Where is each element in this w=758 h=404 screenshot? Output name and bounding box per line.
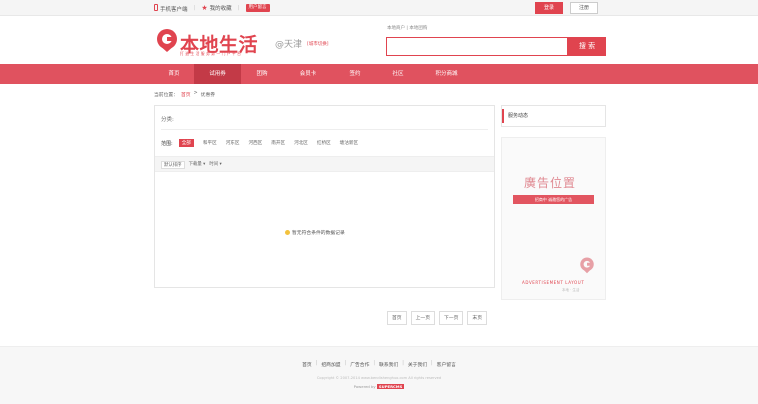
nav-item-points-mall[interactable]: 积分商城 (419, 64, 474, 84)
ad-title: 廣告位置 (524, 176, 577, 190)
range-option[interactable]: 河北区 (294, 140, 308, 146)
powered-brand[interactable]: SUPERCMS (376, 384, 405, 389)
footer-link[interactable]: 首页 (302, 361, 312, 368)
accent-bar (502, 109, 504, 123)
star-icon: ★ (201, 4, 208, 12)
range-option[interactable]: 河东区 (226, 140, 240, 146)
ad-banner[interactable]: 廣告位置 招商中 诚邀您的广告 ADVERTISEMENT LAYOUT 本地 … (501, 137, 606, 300)
ad-logo-icon (580, 257, 594, 274)
nav-item-community[interactable]: 社区 (377, 64, 419, 84)
sort-default[interactable]: 默认排序 (161, 161, 185, 169)
phone-icon (154, 3, 158, 11)
current-city: @天津 (275, 40, 303, 50)
favorites-link[interactable]: ★ 我的收藏 (201, 4, 231, 12)
breadcrumb-prefix: 当前位置： (154, 93, 178, 98)
ad-english: ADVERTISEMENT LAYOUT (522, 280, 585, 285)
class-label: 分类: (161, 117, 174, 123)
range-option[interactable]: 和平区 (203, 140, 217, 146)
city-switch-link[interactable]: [城市切换] (307, 41, 329, 47)
empty-message: 暂无符合条件的数据记录 (292, 231, 345, 236)
nav-list: 首页 试用券 团购 会员卡 签约 社区 积分商城 (154, 64, 474, 84)
footer-link[interactable]: 招商加盟 (321, 361, 340, 368)
logo-slogan: 打造生活服务第一门户平台 (180, 51, 243, 56)
range-option[interactable]: 南开区 (271, 140, 285, 146)
divider: | (193, 5, 196, 11)
lightbulb-icon (285, 230, 290, 235)
pagination: 首页 上一页 下一页 末页 (387, 311, 488, 325)
nav-item-sign[interactable]: 签约 (333, 64, 377, 84)
breadcrumb-current: 优惠券 (200, 93, 216, 98)
sort-options: 默认排序 下载量 ▾ 时间 ▾ (161, 161, 222, 169)
range-filter: 范围: 全部 和平区 河东区 河西区 南开区 河北区 红桥区 塘沽新区 (161, 139, 367, 147)
divider (161, 129, 488, 130)
last-page-button[interactable]: 末页 (467, 311, 488, 325)
nav-item-coupon[interactable]: 试用券 (194, 64, 241, 84)
range-option[interactable]: 全部 (178, 139, 194, 147)
footer-link[interactable]: 广告合作 (350, 361, 369, 368)
coupon-list-panel: 分类: 范围: 全部 和平区 河东区 河西区 南开区 河北区 红桥区 塘沽新区 … (154, 105, 495, 288)
service-news-box: 服务动态 (501, 105, 606, 127)
divider: | (402, 361, 404, 366)
search-button[interactable]: 搜 索 (568, 37, 606, 56)
nav-item-member-card[interactable]: 会员卡 (283, 64, 333, 84)
footer-link[interactable]: 客户留言 (437, 361, 456, 368)
range-label: 范围: (161, 140, 173, 147)
service-news-title: 服务动态 (508, 113, 529, 119)
top-links: 手机客户端 | ★ 我的收藏 | 用户留言 (154, 3, 270, 13)
nav-item-groupbuy[interactable]: 团购 (241, 64, 283, 84)
breadcrumb-home[interactable]: 首页 (181, 91, 191, 98)
sort-downloads[interactable]: 下载量 ▾ (189, 161, 206, 169)
prev-page-button[interactable]: 上一页 (410, 311, 436, 325)
ad-subtitle: 招商中 诚邀您的广告 (513, 195, 594, 204)
divider: | (315, 361, 318, 366)
divider: | (344, 361, 347, 366)
powered-prefix: Powered by (353, 384, 377, 389)
register-button[interactable]: 注册 (570, 2, 598, 14)
login-button[interactable]: 登录 (535, 2, 563, 14)
nav-item-home[interactable]: 首页 (154, 64, 194, 84)
footer: 首页 | 招商加盟 | 广告合作 | 联系我们 | 关于我们 | 客户留言 Copyrig… (0, 346, 758, 404)
range-option[interactable]: 塘沽新区 (340, 140, 358, 146)
first-page-button[interactable]: 首页 (387, 311, 407, 325)
divider: | (237, 5, 240, 11)
copyright: Copyright © 2007-2014 www.bendishenghuo.… (316, 376, 442, 380)
next-page-button[interactable]: 下一页 (439, 311, 464, 325)
mobile-link[interactable]: 手机客户端 (154, 3, 188, 13)
powered-by: Powered by SUPERCMS (0, 384, 758, 389)
search-input[interactable] (386, 37, 568, 56)
divider: | (373, 361, 376, 366)
main-nav: 首页 试用券 团购 会员卡 签约 社区 积分商城 (0, 64, 758, 84)
logo-pin-icon[interactable] (155, 28, 179, 52)
range-option[interactable]: 河西区 (248, 140, 262, 146)
sort-time[interactable]: 时间 ▾ (209, 161, 221, 169)
sort-bar: 默认排序 下载量 ▾ 时间 ▾ (155, 156, 494, 172)
footer-links: 首页 | 招商加盟 | 广告合作 | 联系我们 | 关于我们 | 客户留言 (0, 361, 758, 368)
breadcrumb: 当前位置： 首页 > 优惠券 (154, 91, 215, 98)
footer-link[interactable]: 关于我们 (408, 361, 427, 368)
breadcrumb-sep: > (193, 91, 198, 96)
ad-english-sub: 本地 · 生活 (562, 288, 580, 292)
empty-state: 暂无符合条件的数据记录 (285, 229, 345, 236)
top-bar: 手机客户端 | ★ 我的收藏 | 用户留言 登录 注册 (0, 0, 758, 16)
message-badge[interactable]: 用户留言 (245, 4, 270, 12)
range-option[interactable]: 红桥区 (317, 140, 331, 146)
hot-links[interactable]: 本地商户 | 本地团购 (387, 25, 427, 31)
footer-link[interactable]: 联系我们 (379, 361, 398, 368)
divider: | (431, 361, 433, 366)
